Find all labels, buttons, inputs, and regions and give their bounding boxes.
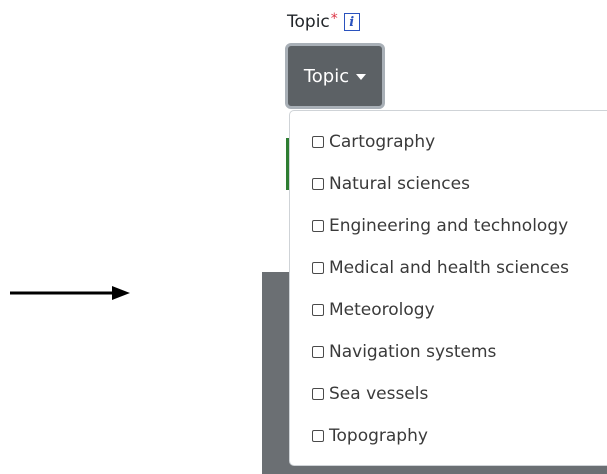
menu-item[interactable]: Engineering and technology xyxy=(290,205,607,247)
caret-down-icon xyxy=(356,74,367,80)
menu-item-label: Sea vessels xyxy=(329,384,429,404)
checkbox[interactable] xyxy=(312,430,324,442)
menu-item[interactable]: Meteorology xyxy=(290,289,607,331)
menu-item-label: Cartography xyxy=(329,132,436,152)
topic-dropdown-menu: Cartography Natural sciences Engineering a… xyxy=(289,110,607,466)
topic-dropdown-toggle[interactable]: Topic xyxy=(285,43,385,109)
checkbox[interactable] xyxy=(312,178,324,190)
menu-item-label: Engineering and technology xyxy=(329,216,569,236)
menu-item-label: Medical and health sciences xyxy=(329,258,569,278)
topic-dropdown-label: Topic xyxy=(303,65,350,87)
arrow-right-icon xyxy=(10,286,130,300)
topic-label-text: Topic xyxy=(287,12,330,32)
menu-item[interactable]: Topography xyxy=(290,415,607,457)
menu-item[interactable]: Medical and health sciences xyxy=(290,247,607,289)
menu-item[interactable]: Cartography xyxy=(290,121,607,163)
menu-item[interactable]: Navigation systems xyxy=(290,331,607,373)
menu-item[interactable]: Natural sciences xyxy=(290,163,607,205)
checkbox[interactable] xyxy=(312,220,324,232)
checkbox[interactable] xyxy=(312,346,324,358)
menu-item[interactable]: Sea vessels xyxy=(290,373,607,415)
checkbox[interactable] xyxy=(312,262,324,274)
info-icon[interactable]: i xyxy=(343,13,360,31)
checkbox[interactable] xyxy=(312,388,324,400)
checkbox[interactable] xyxy=(312,136,324,148)
menu-item-label: Natural sciences xyxy=(329,174,470,194)
required-indicator: * xyxy=(330,11,338,27)
checkbox[interactable] xyxy=(312,304,324,316)
menu-item-label: Navigation systems xyxy=(329,342,497,362)
menu-item-label: Meteorology xyxy=(329,300,435,320)
menu-item-label: Topography xyxy=(329,426,428,446)
topic-field-label: Topic * i xyxy=(287,9,360,35)
